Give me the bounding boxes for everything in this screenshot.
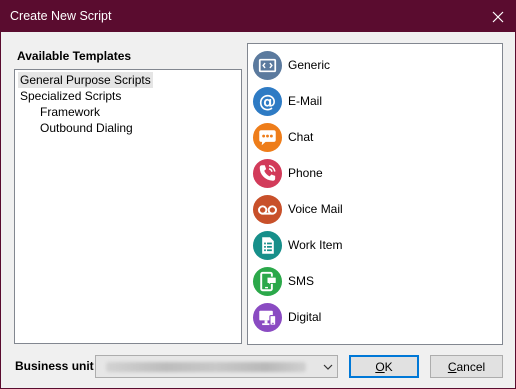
available-templates-heading: Available Templates (17, 49, 132, 63)
voicemail-icon (252, 194, 283, 224)
template-item-email[interactable]: @ E-Mail (252, 85, 492, 117)
redacted-value (106, 362, 306, 372)
chat-bubble-icon (252, 122, 283, 152)
code-window-icon (252, 50, 283, 80)
at-sign-icon: @ (252, 86, 283, 116)
tree-item-label: Framework (40, 105, 101, 119)
window-title: Create New Script (10, 9, 112, 23)
template-label: E-Mail (288, 94, 323, 108)
cancel-mnemonic: C (447, 359, 457, 374)
tree-item-framework[interactable]: Framework (38, 104, 102, 120)
template-item-work-item[interactable]: Work Item (252, 229, 492, 261)
ok-label-rest: K (384, 359, 393, 374)
template-item-generic[interactable]: Generic (252, 49, 492, 81)
template-list[interactable]: Generic @ E-Mail Chat Phone Voice Mail W… (247, 43, 503, 345)
monitor-icon (252, 302, 283, 332)
phone-icon (252, 158, 283, 188)
tree-item-label: Specialized Scripts (20, 89, 122, 103)
tree-item-label: Outbound Dialing (40, 121, 133, 135)
template-label: Work Item (288, 238, 343, 252)
template-label: Chat (288, 130, 314, 144)
template-label: Phone (288, 166, 323, 180)
ok-button[interactable]: OK (349, 355, 419, 378)
close-button[interactable] (481, 1, 515, 32)
business-unit-label: Business unit (15, 359, 94, 373)
close-icon (492, 11, 504, 22)
template-item-voice-mail[interactable]: Voice Mail (252, 193, 492, 225)
ok-mnemonic: O (375, 359, 385, 374)
tree-item-outbound-dialing[interactable]: Outbound Dialing (38, 120, 135, 136)
tree-item-label: General Purpose Scripts (20, 73, 151, 87)
tree-item-general-purpose-scripts[interactable]: General Purpose Scripts (18, 72, 153, 88)
template-label: SMS (288, 274, 315, 288)
template-label: Voice Mail (288, 202, 343, 216)
title-bar: Create New Script (1, 1, 515, 32)
template-item-digital[interactable]: Digital (252, 301, 492, 333)
template-category-tree[interactable]: General Purpose Scripts Specialized Scri… (14, 69, 242, 344)
template-label: Generic (288, 58, 331, 72)
chevron-down-icon (323, 364, 333, 370)
template-item-chat[interactable]: Chat (252, 121, 492, 153)
business-unit-dropdown[interactable] (95, 355, 338, 378)
create-new-script-dialog: Create New Script Available Templates Ge… (0, 0, 516, 389)
template-item-phone[interactable]: Phone (252, 157, 492, 189)
cancel-label-rest: ancel (456, 359, 486, 374)
tree-item-specialized-scripts[interactable]: Specialized Scripts (18, 88, 123, 104)
document-list-icon (252, 230, 283, 260)
svg-text:@: @ (259, 92, 276, 112)
template-label: Digital (288, 310, 322, 324)
template-item-sms[interactable]: SMS (252, 265, 492, 297)
mobile-message-icon (252, 266, 283, 296)
cancel-button[interactable]: Cancel (430, 355, 503, 378)
